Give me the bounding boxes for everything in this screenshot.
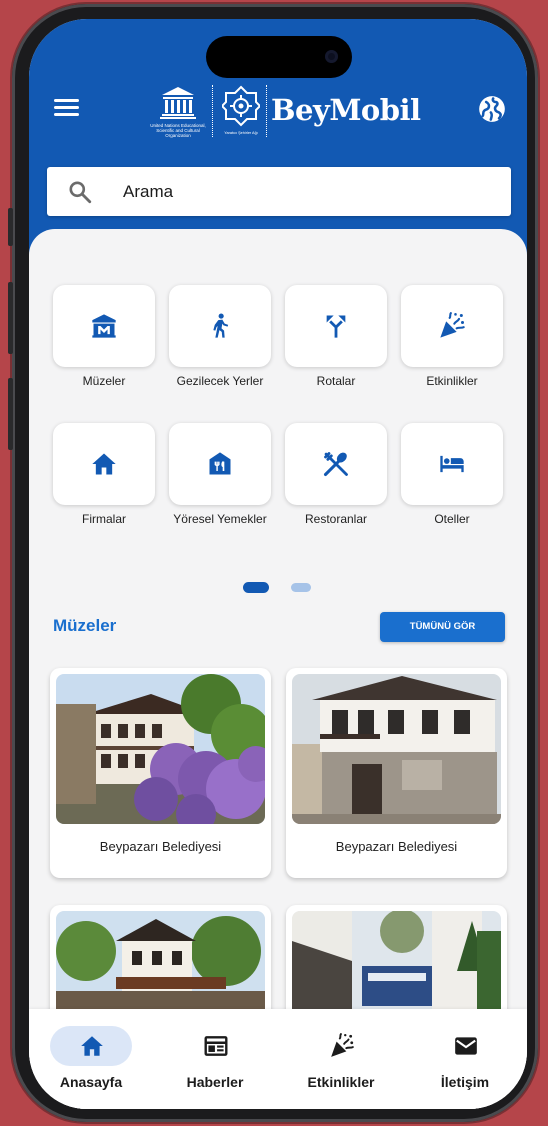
museum-photo bbox=[56, 674, 265, 824]
action-button bbox=[8, 208, 13, 246]
unesco-temple-icon bbox=[160, 87, 196, 119]
card-title: Beypazarı Belediyesi bbox=[99, 839, 222, 854]
celebration-icon bbox=[331, 1033, 354, 1057]
unesco-caption: United Nations Educational, Scientific a… bbox=[150, 123, 206, 138]
category-label: Rotalar bbox=[316, 374, 356, 388]
museum-photo bbox=[292, 674, 501, 824]
globe-icon[interactable] bbox=[478, 95, 506, 123]
newspaper-icon bbox=[204, 1036, 228, 1056]
front-camera bbox=[325, 50, 338, 63]
category-restaurants[interactable] bbox=[285, 423, 387, 505]
see-all-button[interactable]: TÜMÜNÜ GÖR bbox=[380, 612, 505, 642]
category-local-food[interactable] bbox=[169, 423, 271, 505]
pager-dot[interactable] bbox=[291, 583, 311, 592]
pager-dot-active[interactable] bbox=[243, 582, 269, 593]
nav-news[interactable]: Haberler bbox=[153, 1009, 277, 1109]
hamburger-menu-icon[interactable] bbox=[54, 99, 79, 119]
category-routes[interactable] bbox=[285, 285, 387, 367]
app-screen: United Nations Educational, Scientific a… bbox=[29, 19, 527, 1109]
card-title: Beypazarı Belediyesi bbox=[335, 839, 458, 854]
museum-card[interactable]: Beypazarı Belediyesi bbox=[286, 668, 507, 878]
creative-cities-emblem: Yaratıcı Şehirler Ağı bbox=[220, 85, 262, 135]
nav-events[interactable]: Etkinlikler bbox=[279, 1009, 403, 1109]
category-label: Yöresel Yemekler bbox=[173, 512, 267, 526]
dynamic-island bbox=[206, 36, 352, 78]
volume-up-button bbox=[8, 282, 13, 354]
nav-label: İletişim bbox=[440, 1074, 490, 1090]
home-icon bbox=[92, 453, 116, 475]
search-input[interactable]: Arama bbox=[47, 167, 511, 216]
nav-label: Anasayfa bbox=[59, 1074, 123, 1090]
volume-down-button bbox=[8, 378, 13, 450]
app-logo: United Nations Educational, Scientific a… bbox=[144, 81, 421, 141]
category-label: Restoranlar bbox=[304, 512, 368, 526]
bottom-navigation: Anasayfa Haberler Etkinlikler İletişim bbox=[29, 1009, 527, 1109]
nav-home[interactable]: Anasayfa bbox=[29, 1009, 153, 1109]
restaurant-icon bbox=[323, 452, 348, 477]
celebration-icon bbox=[440, 312, 465, 338]
ornament-icon bbox=[220, 85, 262, 127]
logo-divider bbox=[266, 85, 268, 137]
nav-contact[interactable]: İletişim bbox=[403, 1009, 527, 1109]
main-content: Müzeler Gezilecek Yerler Rotalar Etkinli… bbox=[29, 229, 527, 1109]
local-dining-icon bbox=[209, 452, 231, 475]
category-hotels[interactable] bbox=[401, 423, 503, 505]
unesco-logo: United Nations Educational, Scientific a… bbox=[147, 83, 209, 139]
category-label: Firmalar bbox=[82, 512, 126, 526]
category-label: Etkinlikler bbox=[426, 374, 478, 388]
museum-card[interactable]: Beypazarı Belediyesi bbox=[50, 668, 271, 878]
section-title: Müzeler bbox=[53, 616, 117, 635]
category-museums[interactable] bbox=[53, 285, 155, 367]
logo-divider bbox=[212, 85, 214, 137]
nav-label: Etkinlikler bbox=[307, 1074, 375, 1090]
category-events[interactable] bbox=[401, 285, 503, 367]
museum-icon bbox=[92, 314, 116, 338]
mail-icon bbox=[455, 1037, 477, 1055]
brand-name: BeyMobil bbox=[271, 93, 421, 127]
hiking-icon bbox=[213, 313, 229, 338]
category-label: Oteller bbox=[434, 512, 470, 526]
hotel-icon bbox=[440, 455, 464, 473]
category-companies[interactable] bbox=[53, 423, 155, 505]
search-placeholder: Arama bbox=[123, 182, 174, 201]
category-label: Müzeler bbox=[82, 374, 126, 388]
home-icon bbox=[81, 1036, 103, 1056]
emblem-caption: Yaratıcı Şehirler Ağı bbox=[224, 131, 258, 135]
search-icon bbox=[69, 181, 92, 204]
nav-label: Haberler bbox=[186, 1074, 244, 1090]
routes-icon bbox=[326, 315, 346, 338]
category-label: Gezilecek Yerler bbox=[176, 374, 264, 388]
category-places[interactable] bbox=[169, 285, 271, 367]
